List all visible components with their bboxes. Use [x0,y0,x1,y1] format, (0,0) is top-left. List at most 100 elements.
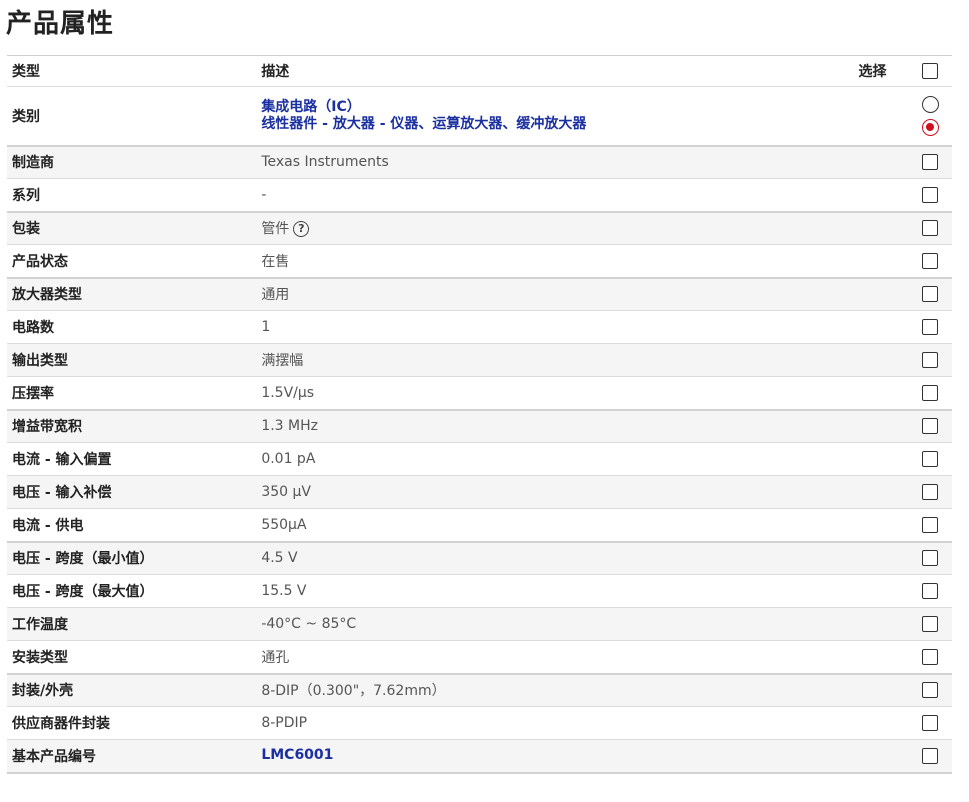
table-row: 电压 - 输入补偿 350 µV [7,475,952,509]
attribute-type: 输出类型 [7,343,257,377]
attribute-value: 1.3 MHz [261,418,318,435]
table-row: 工作温度 -40°C ~ 85°C [7,607,952,641]
select-cell [908,475,952,509]
select-cell [908,574,952,608]
attribute-description: 1.3 MHz [256,409,855,443]
select-checkbox[interactable] [922,648,939,665]
help-icon[interactable]: ? [293,221,310,238]
select-checkbox[interactable] [922,252,939,269]
select-cell [908,607,952,641]
attribute-value: 550µA [261,516,307,533]
attributes-table: 类型 描述 选择 类别 集成电路（IC） 线性器件 - 放大器 - 仪器、运算放大器… [7,55,952,774]
attribute-value: 1.5V/µs [261,384,315,401]
select-cell [908,211,952,245]
category-link[interactable]: 线性器件 - 放大器 - 仪器、运算放大器、缓冲放大器 [261,116,854,133]
select-cell [908,343,952,377]
attribute-type: 安装类型 [7,640,257,675]
select-checkbox[interactable] [922,451,939,467]
category-link[interactable]: 集成电路（IC） [261,99,854,116]
select-checkbox[interactable] [922,616,939,632]
table-row: 电路数 1 [7,310,952,344]
attribute-type: 电压 - 跨度（最小值） [7,541,257,575]
table-row: 放大器类型 通用 [7,277,952,311]
select-checkbox[interactable] [922,286,939,303]
select-spacer [854,442,909,476]
table-row: 电压 - 跨度（最小值） 4.5 V [7,541,952,575]
select-spacer [854,475,909,509]
select-cell [908,244,952,279]
category-radio-group [921,95,939,136]
select-cell [908,86,952,147]
table-row: 电压 - 跨度（最大值） 15.5 V [7,574,952,608]
select-checkbox[interactable] [922,418,939,435]
select-checkbox[interactable] [922,384,939,401]
select-spacer [854,145,909,179]
radio-unselected[interactable] [921,95,939,113]
select-checkbox[interactable] [922,319,939,335]
attribute-type: 电流 - 输入偏置 [7,442,257,476]
select-checkbox[interactable] [922,516,939,533]
select-spacer [854,739,909,774]
header-select: 选择 [854,55,909,87]
table-header-row: 类型 描述 选择 [7,55,952,87]
attribute-value: 通用 [261,287,290,304]
select-spacer [854,244,909,279]
select-checkbox[interactable] [922,484,939,500]
header-type: 类型 [7,55,257,87]
attribute-value: -40°C ~ 85°C [261,616,357,632]
select-spacer [854,86,909,147]
attribute-value: 350 µV [261,484,311,500]
select-spacer [854,211,909,245]
select-spacer [854,409,909,443]
attribute-type: 电压 - 输入补偿 [7,475,257,509]
table-row: 输出类型 满摆幅 [7,343,952,377]
select-spacer [854,310,909,344]
select-checkbox[interactable] [922,220,939,237]
base-part-number-link[interactable]: LMC6001 [261,747,854,764]
attribute-value: 在售 [261,253,290,270]
select-checkbox[interactable] [922,186,939,203]
select-checkbox[interactable] [922,715,939,731]
attribute-description: 0.01 pA [256,442,855,476]
select-checkbox[interactable] [922,682,939,699]
attribute-description: 集成电路（IC） 线性器件 - 放大器 - 仪器、运算放大器、缓冲放大器 [256,86,855,147]
select-all-checkbox[interactable] [922,63,939,79]
attribute-type: 供应商器件封装 [7,706,257,740]
table-row: 安装类型 通孔 [7,640,952,675]
attribute-description: 通用 [256,277,855,311]
select-spacer [854,178,909,213]
select-cell [908,277,952,311]
attribute-description: 在售 [256,244,855,279]
product-attributes-page: 产品属性 类型 描述 选择 类别 集成电路（IC） 线性器件 - 放大器 - 仪器、… [0,0,969,802]
attribute-value: - [261,186,267,203]
table-row: 压摆率 1.5V/µs [7,376,952,411]
select-checkbox[interactable] [922,747,939,764]
select-cell [908,640,952,675]
attribute-value: 15.5 V [261,583,307,599]
table-row: 电流 - 输入偏置 0.01 pA [7,442,952,476]
select-cell [908,178,952,213]
select-spacer [854,343,909,377]
select-checkbox[interactable] [922,154,939,171]
attribute-description: 4.5 V [256,541,855,575]
attribute-type: 基本产品编号 [7,739,257,774]
select-checkbox[interactable] [922,583,939,599]
attribute-value: 1 [261,319,271,335]
table-row: 电流 - 供电 550µA [7,508,952,543]
select-cell [908,673,952,707]
attribute-type: 包装 [7,211,257,245]
attribute-description: 350 µV [256,475,855,509]
select-cell [908,310,952,344]
select-checkbox[interactable] [922,550,939,567]
table-row: 封装/外壳 8-DIP（0.300"，7.62mm） [7,673,952,707]
select-spacer [854,541,909,575]
radio-selected[interactable] [921,118,939,136]
select-checkbox[interactable] [922,352,939,368]
select-spacer [854,277,909,311]
attribute-description: - [256,178,855,213]
attribute-type: 放大器类型 [7,277,257,311]
attribute-type: 工作温度 [7,607,257,641]
page-title: 产品属性 [6,9,115,39]
attribute-description: 通孔 [256,640,855,675]
attribute-description: 1.5V/µs [256,376,855,411]
